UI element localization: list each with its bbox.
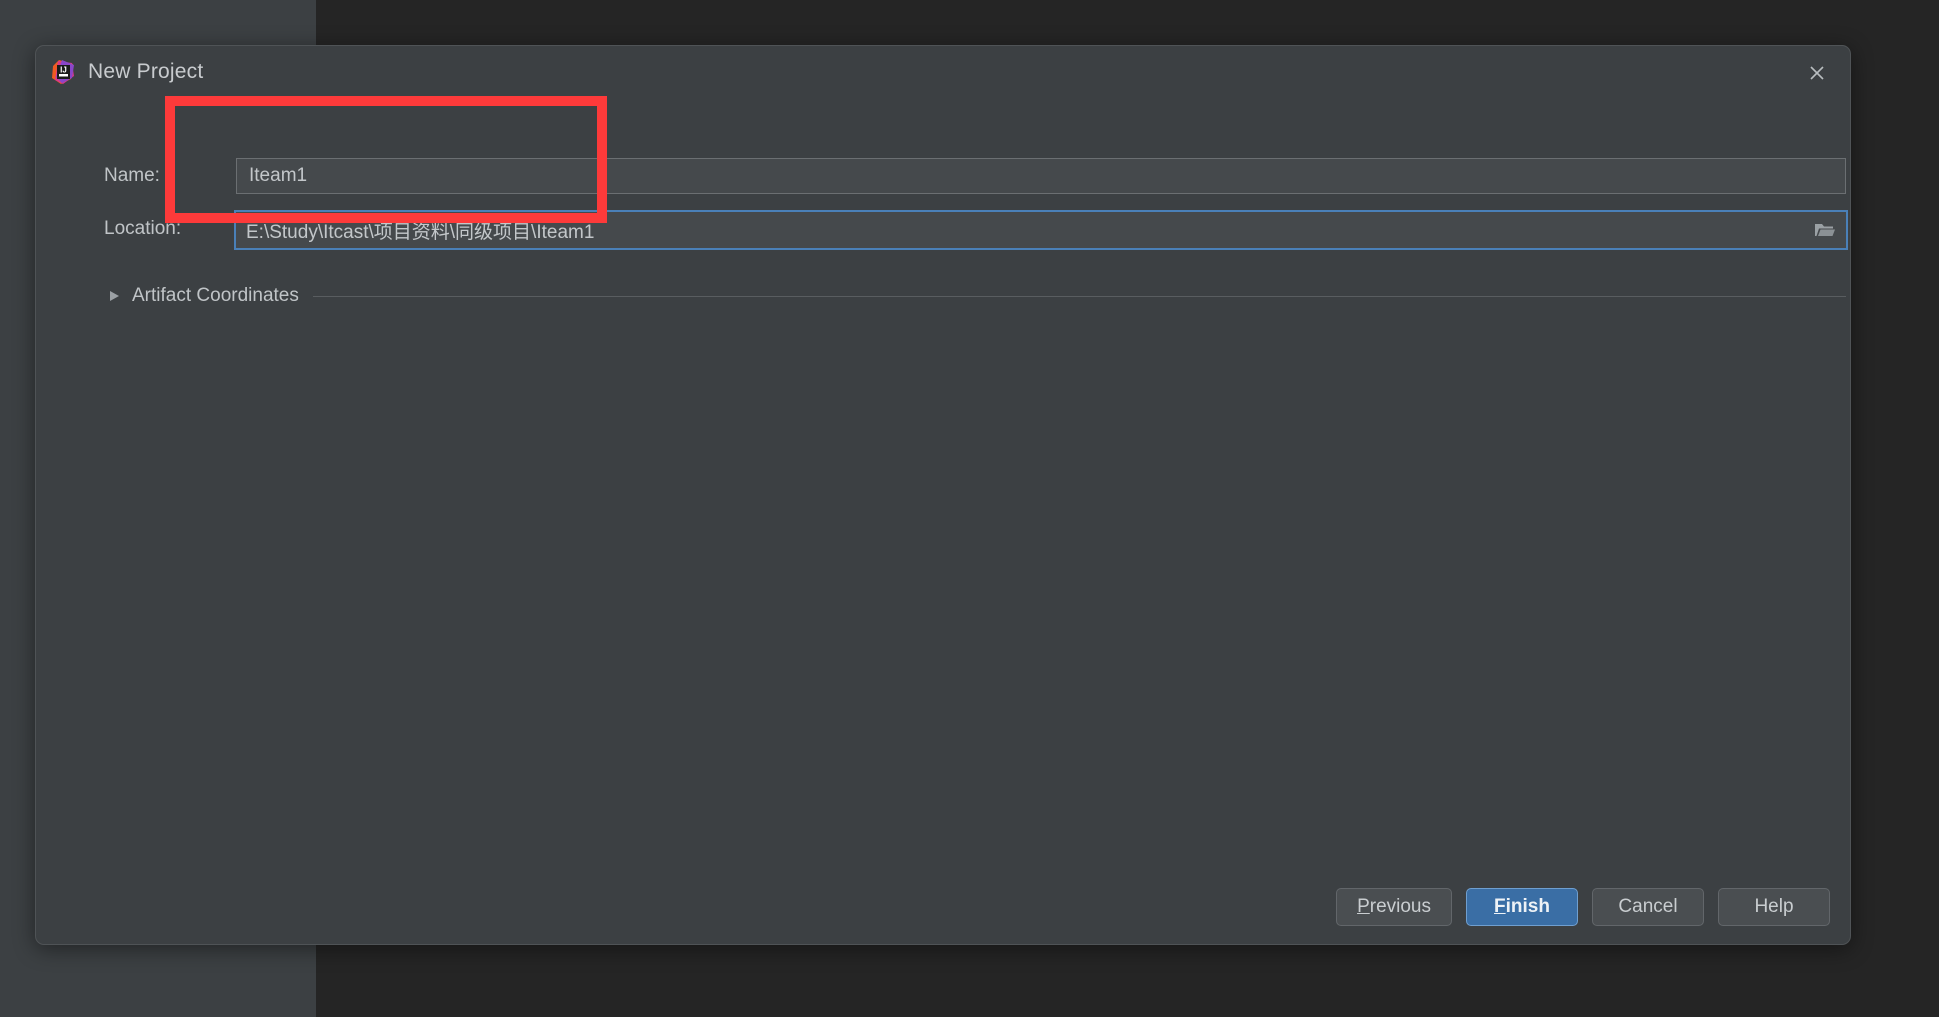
location-label: Location: xyxy=(104,218,182,239)
close-icon[interactable] xyxy=(1802,58,1832,88)
previous-button[interactable]: Previous xyxy=(1336,888,1452,926)
project-name-input[interactable] xyxy=(236,158,1846,194)
previous-label-rest: revious xyxy=(1369,896,1431,917)
page-title: New Project xyxy=(88,60,204,83)
project-location-field[interactable] xyxy=(234,210,1848,250)
name-label: Name: xyxy=(104,165,160,186)
help-button[interactable]: Help xyxy=(1718,888,1830,926)
triangle-right-icon xyxy=(106,288,122,304)
project-location-input[interactable] xyxy=(236,212,1802,248)
cancel-button[interactable]: Cancel xyxy=(1592,888,1704,926)
folder-open-icon[interactable] xyxy=(1808,216,1842,244)
finish-label-rest: inish xyxy=(1505,896,1550,917)
svg-text:IJ: IJ xyxy=(60,66,67,75)
artifact-coordinates-section[interactable]: Artifact Coordinates xyxy=(106,281,1846,311)
previous-mnemonic: P xyxy=(1357,896,1370,917)
new-project-dialog: IJ New Project Name: Location: xyxy=(35,45,1851,945)
dialog-titlebar: IJ New Project xyxy=(36,46,1850,98)
finish-button[interactable]: Finish xyxy=(1466,888,1578,926)
section-divider xyxy=(312,295,1846,297)
artifact-coordinates-label: Artifact Coordinates xyxy=(132,285,299,306)
dialog-footer: Previous Finish Cancel Help xyxy=(1336,888,1830,926)
intellij-idea-icon: IJ xyxy=(50,59,76,85)
finish-mnemonic: F xyxy=(1494,896,1506,917)
